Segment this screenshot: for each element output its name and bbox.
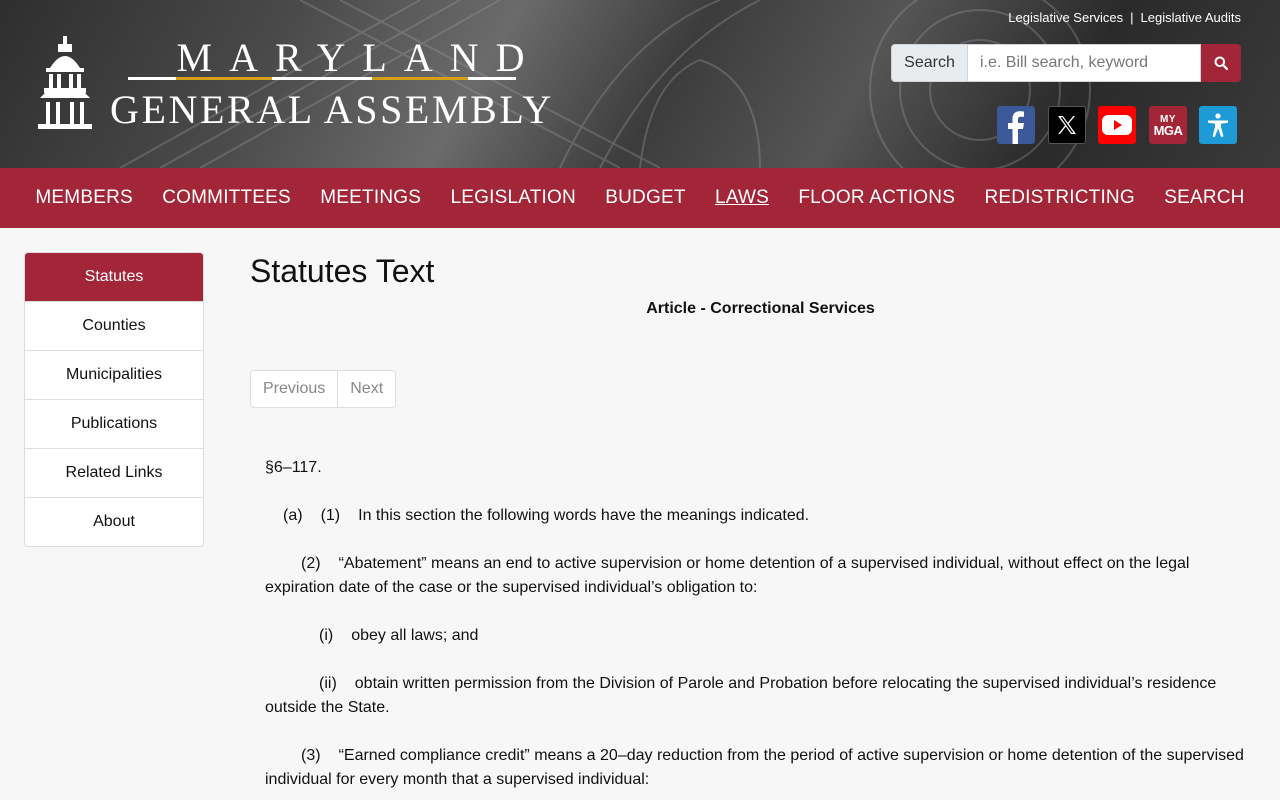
page-title: Statutes Text [250,253,435,289]
sidebar-item-statutes[interactable]: Statutes [25,253,203,301]
nav-meetings[interactable]: MEETINGS [320,187,421,209]
sidebar-item-related-links[interactable]: Related Links [25,448,203,497]
search-icon [1214,56,1228,70]
previous-button[interactable]: Previous [251,371,337,407]
mymga-icon-bottom: MGA [1153,123,1183,138]
x-icon [1058,116,1076,134]
youtube-icon [1102,115,1132,135]
pagination: Previous Next [250,370,397,408]
paragraph-3-text: “Earned compliance credit” means a 20–da… [265,747,1244,788]
label-a: (a) [283,507,303,524]
search-input[interactable] [968,44,1201,82]
accessibility-link[interactable] [1199,106,1237,144]
sidebar-item-counties[interactable]: Counties [25,301,203,350]
sidebar-item-about[interactable]: About [25,497,203,546]
site-logo[interactable]: MARYLAND GENERAL ASSEMBLY [36,34,556,140]
top-links-separator: | [1130,10,1134,25]
nav-redistricting[interactable]: REDISTRICTING [984,187,1134,209]
top-links: Legislative Services | Legislative Audits [1008,10,1241,25]
x-twitter-link[interactable] [1048,106,1086,144]
paragraph-2-text: “Abatement” means an end to active super… [265,555,1190,596]
nav-members[interactable]: MEMBERS [35,187,132,209]
paragraph-i: (i) obey all laws; and [265,624,1250,648]
paragraph-ii-text: obtain written permission from the Divis… [265,675,1217,716]
label-i: (i) [319,627,334,644]
sidebar-item-publications[interactable]: Publications [25,399,203,448]
label-3: (3) [301,747,321,764]
section-number: §6–117. [265,459,322,476]
label-2: (2) [301,555,321,572]
facebook-icon [1008,111,1024,144]
paragraph-a-1-text: In this section the following words have… [358,507,810,524]
nav-laws[interactable]: LAWS [715,187,769,209]
facebook-link[interactable] [997,106,1035,144]
paragraph-ii: (ii) obtain written permission from the D… [265,672,1250,720]
header-search: Search [891,44,1241,82]
capitol-dome-icon [38,36,92,129]
nav-search[interactable]: SEARCH [1164,187,1244,209]
statute-text: §6–117. (a) (1) In this section the follow… [265,456,1250,800]
youtube-link[interactable] [1098,106,1136,144]
paragraph-3: (3) “Earned compliance credit” means a 20… [265,744,1250,792]
paragraph-i-text: obey all laws; and [351,627,479,644]
label-1: (1) [320,507,341,524]
accessibility-icon [1208,113,1228,137]
site-title-general-assembly: GENERAL ASSEMBLY [110,87,554,132]
nav-committees[interactable]: COMMITTEES [162,187,291,209]
legislative-services-link[interactable]: Legislative Services [1008,10,1123,25]
article-heading: Article - Correctional Services [646,300,875,317]
search-button[interactable] [1201,44,1241,82]
nav-floor-actions[interactable]: FLOOR ACTIONS [798,187,955,209]
main-navigation: MEMBERS COMMITTEES MEETINGS LEGISLATION … [0,168,1280,228]
label-ii: (ii) [319,675,337,692]
mymga-link[interactable]: MY MGA [1149,106,1187,144]
sidebar-item-municipalities[interactable]: Municipalities [25,350,203,399]
next-button[interactable]: Next [337,371,395,407]
paragraph-2: (2) “Abatement” means an end to active su… [265,552,1250,600]
nav-legislation[interactable]: LEGISLATION [451,187,576,209]
search-label: Search [891,44,968,82]
site-title-maryland: MARYLAND [176,35,542,80]
nav-budget[interactable]: BUDGET [605,187,685,209]
paragraph-a-1: (a) (1) In this section the following word… [265,504,1250,528]
logo-divider [128,77,516,80]
legislative-audits-link[interactable]: Legislative Audits [1141,10,1241,25]
site-header: MARYLAND GENERAL ASSEMBLY Legislative Se… [0,0,1280,168]
sidebar: Statutes Counties Municipalities Publica… [24,252,204,547]
